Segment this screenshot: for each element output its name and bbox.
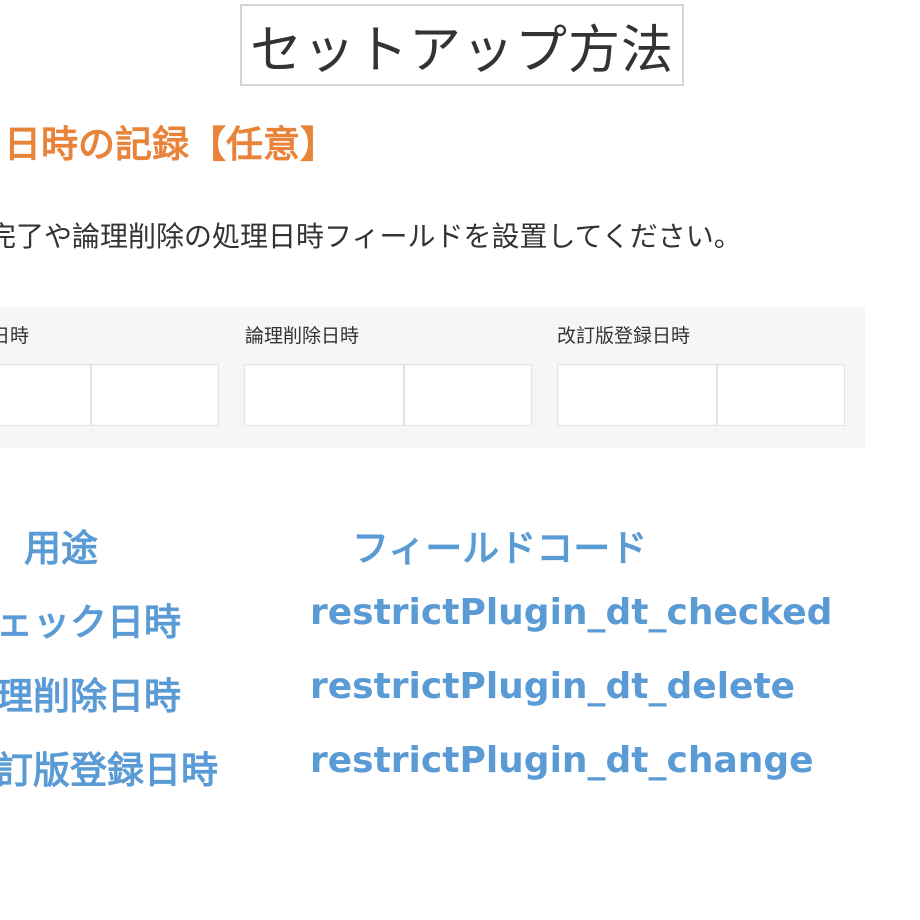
row-field-code: restrictPlugin_dt_delete [310,666,796,707]
row-usage: 理削除日時 [0,675,181,718]
header-usage: 用途 [24,527,98,570]
row-usage: ェック日時 [0,601,181,644]
page-title: セットアップ方法 [240,4,684,86]
section-description: 完了や論理削除の処理日時フィールドを設置してください。 [0,220,742,253]
time-input-change[interactable] [717,364,845,426]
date-input-delete[interactable] [244,364,404,426]
table-row: ェック日時 restrictPlugin_dt_checked [0,592,920,648]
date-input-change[interactable] [557,364,717,426]
table-row: 訂版登録日時 restrictPlugin_dt_change [0,740,920,796]
datetime-fields-panel: ク日時 論理削除日時 改訂版登録日時 [0,307,865,448]
field-label-checked: ク日時 [0,325,30,347]
time-input-checked[interactable] [91,364,219,426]
time-input-delete[interactable] [404,364,532,426]
row-field-code: restrictPlugin_dt_change [310,740,814,781]
field-label-delete: 論理削除日時 [245,325,360,347]
section-heading: 日時の記録【任意】 [4,123,337,166]
row-field-code: restrictPlugin_dt_checked [310,592,833,633]
date-input-checked[interactable] [0,364,91,426]
header-field-code: フィールドコード [352,527,648,570]
page: セットアップ方法 日時の記録【任意】 完了や論理削除の処理日時フィールドを設置し… [0,0,920,920]
field-label-change: 改訂版登録日時 [557,325,691,347]
table-header: 用途 フィールドコード [0,518,920,574]
row-usage: 訂版登録日時 [0,749,218,792]
table-row: 理削除日時 restrictPlugin_dt_delete [0,666,920,722]
